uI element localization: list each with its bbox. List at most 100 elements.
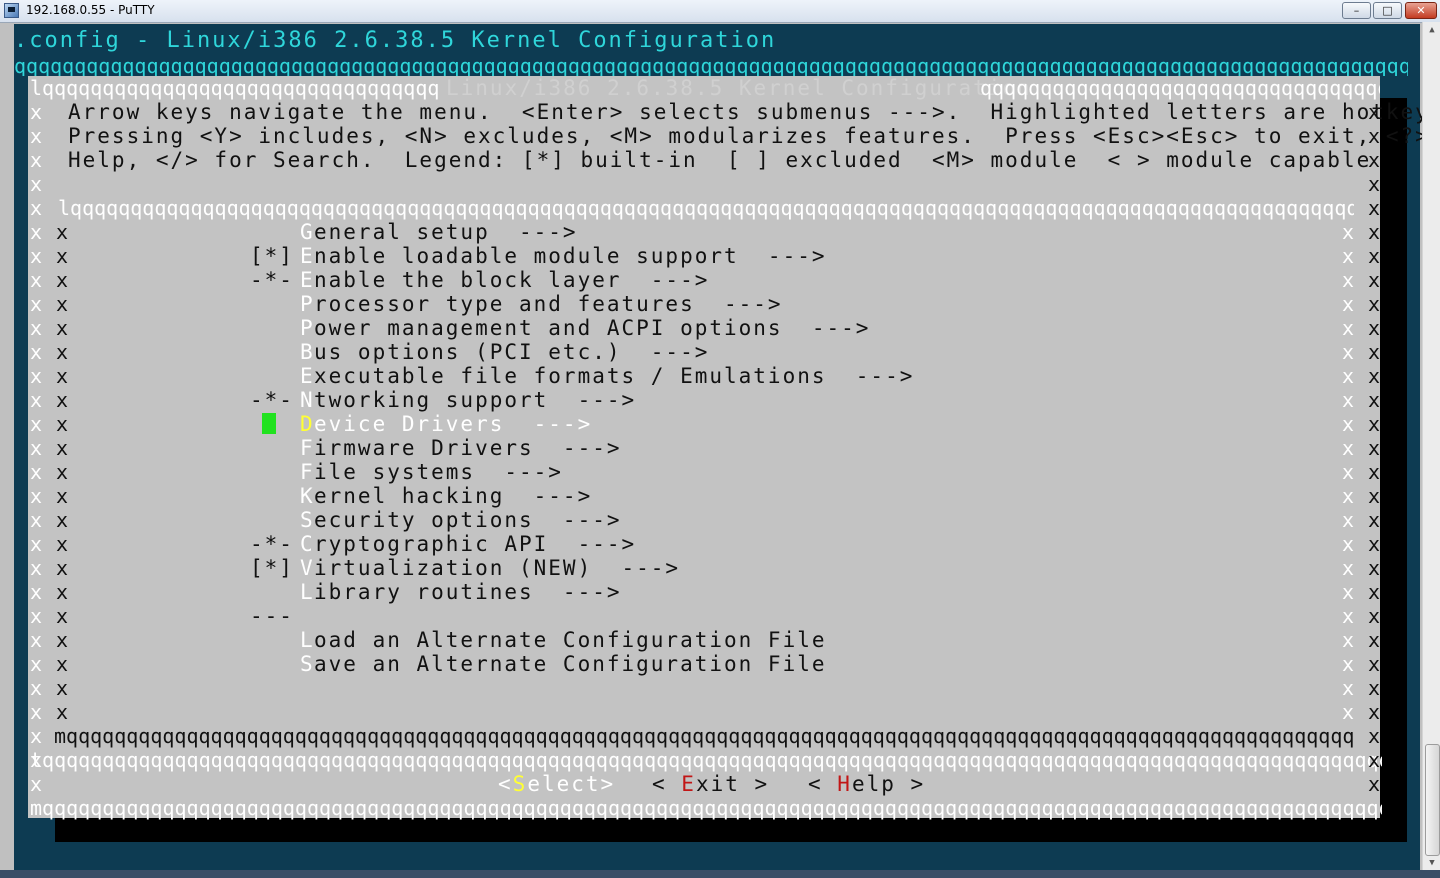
border-x-mark: x: [1368, 628, 1381, 652]
menu-item-hotkey: E: [300, 364, 315, 388]
border-x-mark: x: [1368, 772, 1381, 796]
menu-item[interactable]: Executable file formats / Emulations ---…: [250, 364, 950, 388]
close-button[interactable]: ✕: [1405, 2, 1437, 19]
border-x-mark: x: [1342, 604, 1355, 628]
menu-item[interactable]: Firmware Drivers --->: [250, 436, 950, 460]
border-x-mark: x: [56, 220, 69, 244]
help-line-1: Arrow keys navigate the menu. <Enter> se…: [68, 100, 1440, 124]
menu-item-label: nable the block layer --->: [314, 268, 710, 292]
border-x-mark: x: [1342, 580, 1355, 604]
border-x-mark: x: [1342, 676, 1355, 700]
dialog-bottom-border: mqqqqqqqqqqqqqqqqqqqqqqqqqqqqqqqqqqqqqqq…: [30, 796, 1382, 820]
menu-item-label: eneral setup --->: [314, 220, 578, 244]
exit-button-rest: xit >: [695, 772, 770, 796]
border-x-mark: x: [30, 124, 43, 148]
menu-item-label: oad an Alternate Configuration File: [314, 628, 827, 652]
border-x-mark: x: [56, 580, 69, 604]
border-x-mark: x: [56, 340, 69, 364]
help-button-rest: elp >: [851, 772, 926, 796]
border-x-mark: x: [56, 388, 69, 412]
putty-app-icon[interactable]: [4, 3, 19, 18]
menu-item[interactable]: -*- Enable the block layer --->: [250, 268, 950, 292]
menu-item-label: xecutable file formats / Emulations --->: [314, 364, 915, 388]
border-x-mark: x: [1368, 604, 1381, 628]
menu-item-hotkey: N: [300, 388, 315, 412]
select-button[interactable]: <Select>: [498, 772, 615, 796]
border-x-mark: x: [1368, 652, 1381, 676]
menu-item-marker: -*-: [250, 388, 294, 412]
border-x-mark: x: [30, 316, 43, 340]
menu-item[interactable]: Security options --->: [250, 508, 950, 532]
help-button[interactable]: < Help >: [808, 772, 925, 796]
menu-item[interactable]: ---: [250, 604, 950, 628]
border-x-mark: x: [56, 364, 69, 388]
menu-item[interactable]: [*] Virtualization (NEW) --->: [250, 556, 950, 580]
border-x-mark: x: [56, 292, 69, 316]
menu-item-hotkey: E: [300, 268, 315, 292]
menu-item-label: ecurity options --->: [314, 508, 622, 532]
menu-item-hotkey: F: [300, 460, 315, 484]
border-x-mark: x: [1342, 268, 1355, 292]
border-x-mark: x: [1342, 460, 1355, 484]
menu-item[interactable]: -*- Cryptographic API --->: [250, 532, 950, 556]
menu-item-marker: -*-: [250, 268, 294, 292]
border-x-mark: x: [56, 676, 69, 700]
menu-item-label: evice Drivers --->: [314, 412, 593, 436]
border-x-mark: x: [1368, 388, 1381, 412]
border-x-mark: x: [1342, 340, 1355, 364]
menu-item[interactable]: File systems --->: [250, 460, 950, 484]
dialog-shadow-bottom: [55, 818, 1407, 842]
border-x-mark: x: [1368, 460, 1381, 484]
border-x-mark: x: [56, 436, 69, 460]
menu-item[interactable]: General setup --->: [250, 220, 950, 244]
menu-item[interactable]: Library routines --->: [250, 580, 950, 604]
border-x-mark: x: [30, 148, 43, 172]
border-x-mark: x: [1342, 628, 1355, 652]
menu-item[interactable]: Save an Alternate Configuration File: [250, 652, 950, 676]
border-x-mark: x: [30, 508, 43, 532]
border-x-mark: x: [1368, 532, 1381, 556]
border-x-mark: x: [30, 604, 43, 628]
menu-item-hotkey: E: [300, 244, 315, 268]
border-x-mark: x: [30, 676, 43, 700]
border-x-mark: x: [30, 724, 43, 748]
scroll-up-icon[interactable]: ▲: [1423, 22, 1440, 39]
border-x-mark: x: [1342, 388, 1355, 412]
menu-item-selected[interactable]: Device Drivers --->: [250, 412, 950, 436]
vertical-scrollbar[interactable]: ▲ ▼: [1422, 22, 1440, 872]
menu-item[interactable]: Processor type and features --->: [250, 292, 950, 316]
border-x-mark: x: [30, 580, 43, 604]
menu-item[interactable]: Kernel hacking --->: [250, 484, 950, 508]
menu-item[interactable]: [*] Enable loadable module support --->: [250, 244, 950, 268]
border-x-mark: x: [1368, 700, 1381, 724]
help-button-open: <: [808, 772, 838, 796]
menu-item[interactable]: Load an Alternate Configuration File: [250, 628, 950, 652]
border-x-mark: x: [30, 292, 43, 316]
dialog-shadow: [1380, 98, 1407, 842]
border-x-mark: x: [30, 268, 43, 292]
border-x-mark: x: [30, 532, 43, 556]
menu-item[interactable]: Bus options (PCI etc.) --->: [250, 340, 950, 364]
menu-item[interactable]: -*- Ntworking support --->: [250, 388, 950, 412]
maximize-button[interactable]: □: [1373, 2, 1402, 19]
menu-item-hotkey: L: [300, 628, 315, 652]
minimize-button[interactable]: –: [1342, 2, 1371, 19]
border-x-mark: x: [56, 316, 69, 340]
border-x-mark: x: [56, 244, 69, 268]
exit-button[interactable]: < Exit >: [652, 772, 769, 796]
menu-item-marker: [*]: [250, 244, 294, 268]
menu-item-label: ibrary routines --->: [314, 580, 622, 604]
button-separator: tqqqqqqqqqqqqqqqqqqqqqqqqqqqqqqqqqqqqqqq…: [30, 748, 1382, 772]
border-x-mark: x: [30, 436, 43, 460]
border-x-mark: x: [30, 100, 43, 124]
border-x-mark: x: [1368, 100, 1381, 124]
border-x-mark: x: [56, 652, 69, 676]
menu-item-label: us options (PCI etc.) --->: [314, 340, 710, 364]
border-x-mark: x: [1342, 220, 1355, 244]
scroll-thumb[interactable]: [1425, 744, 1440, 856]
border-x-mark: x: [56, 508, 69, 532]
border-x-mark: x: [30, 652, 43, 676]
border-x-mark: x: [56, 484, 69, 508]
menu-item[interactable]: Power management and ACPI options --->: [250, 316, 950, 340]
menu-item-label: ower management and ACPI options --->: [314, 316, 871, 340]
